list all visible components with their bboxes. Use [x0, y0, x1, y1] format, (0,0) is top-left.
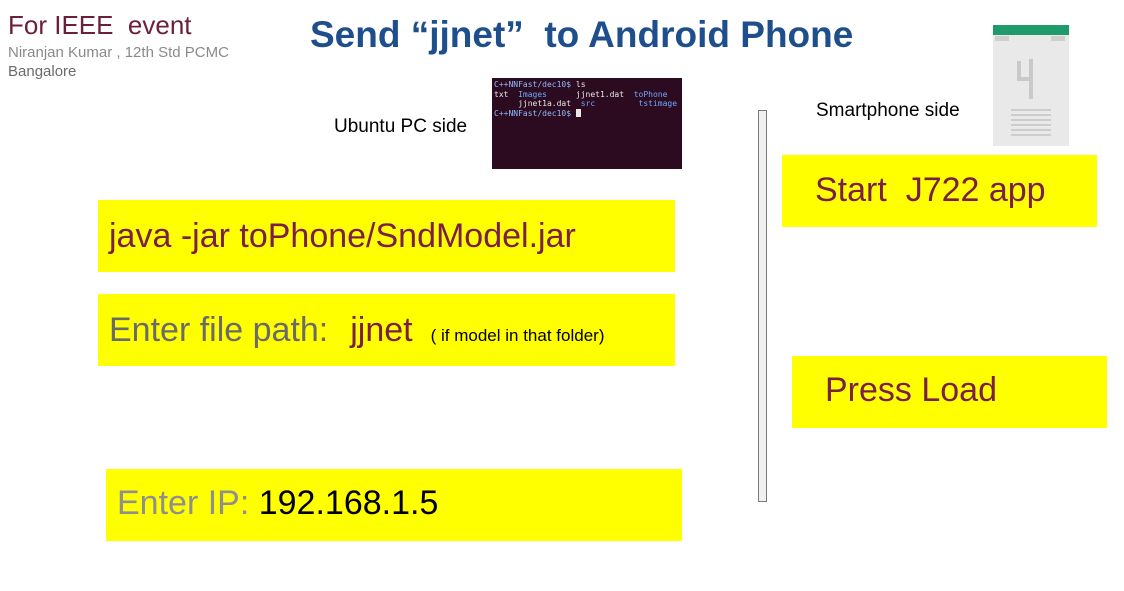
phone-screenshot — [993, 25, 1069, 146]
terminal-entry: jjnet1.dat — [547, 89, 634, 99]
terminal-entry: src — [580, 99, 596, 108]
terminal-command: ls — [575, 80, 586, 89]
event-heading: For IEEE event — [8, 10, 192, 40]
terminal-entry: toPhone — [633, 89, 668, 99]
terminal-entry: tstimage — [638, 99, 678, 108]
terminal-prompt: C++NNFast/dec10$ — [494, 80, 576, 89]
author-name: Niranjan Kumar , 12th Std PCMC — [8, 44, 229, 61]
phone-button — [995, 36, 1009, 41]
ip-box: Enter IP: 192.168.1.5 — [106, 469, 682, 541]
terminal-prompt: C++NNFast/dec10$ — [494, 108, 576, 118]
file-path-note: ( if model in that folder) — [430, 326, 605, 345]
ip-value: 192.168.1.5 — [258, 484, 439, 522]
terminal-entry: txt — [494, 89, 519, 99]
phone-button-row — [993, 35, 1069, 43]
file-path-label: Enter file path: — [109, 311, 329, 349]
terminal-entry: jjnet1a.dat — [494, 99, 581, 108]
start-app-box: Start J722 app — [782, 155, 1097, 227]
java-command-box: java -jar toPhone/SndModel.jar — [98, 200, 675, 272]
terminal-entry — [595, 99, 638, 108]
phone-app-bar — [993, 25, 1069, 35]
phone-output-lines — [1011, 109, 1051, 139]
side-divider — [758, 110, 767, 502]
phone-side-label: Smartphone side — [816, 100, 960, 121]
pc-side-label: Ubuntu PC side — [334, 116, 468, 137]
digit-drawing — [1015, 59, 1035, 99]
file-path-box: Enter file path: jjnet ( if model in that … — [98, 294, 675, 366]
slide-title: Send “jjnet” to Android Phone — [310, 14, 854, 55]
author-city: Bangalore — [8, 63, 77, 80]
terminal-cursor — [575, 108, 581, 117]
file-path-value: jjnet — [350, 311, 413, 349]
terminal-entry: Images — [518, 89, 547, 99]
terminal-screenshot: C++NNFast/dec10$ ls txt Images jjnet1.da… — [492, 78, 682, 169]
ip-label: Enter IP: — [117, 484, 259, 522]
press-load-box: Press Load — [792, 356, 1107, 428]
phone-button — [1051, 36, 1065, 41]
